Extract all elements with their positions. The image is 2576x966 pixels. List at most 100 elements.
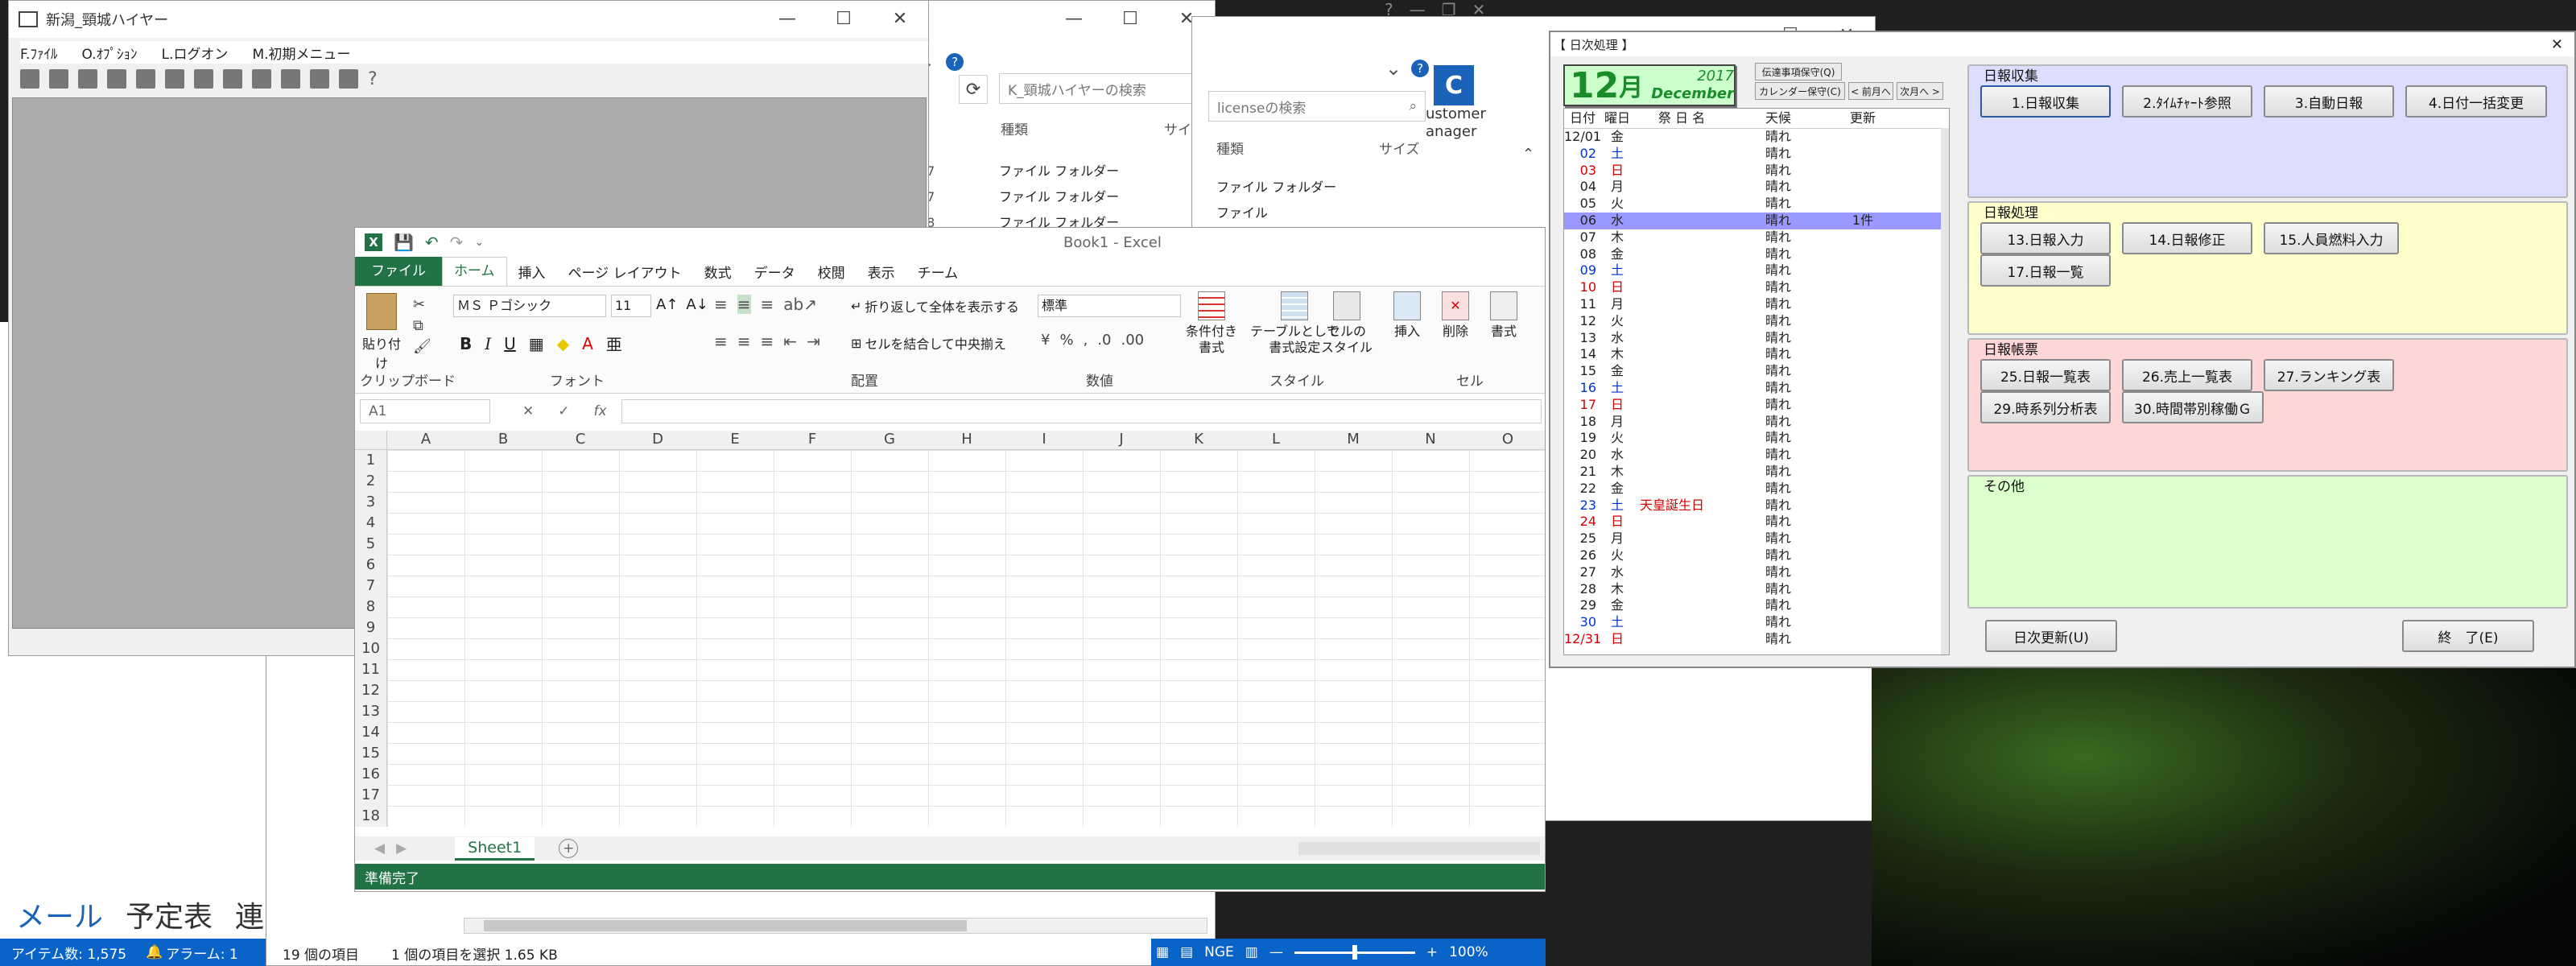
calendar-row[interactable]: 29 金 晴れ bbox=[1564, 597, 1949, 614]
help-icon[interactable]: ? bbox=[1411, 60, 1430, 77]
cut-icon[interactable]: ✂ bbox=[413, 295, 431, 316]
underline-icon[interactable]: U bbox=[504, 334, 516, 353]
outlook-nav-mail[interactable]: メール bbox=[16, 894, 103, 935]
calendar-row[interactable]: 10 日 晴れ bbox=[1564, 279, 1949, 296]
message-maintenance-button[interactable]: 伝達事項保守(Q) bbox=[1755, 63, 1842, 80]
redo-icon[interactable]: ↷ bbox=[450, 233, 464, 252]
toolbar-icon-4[interactable] bbox=[107, 69, 126, 89]
customize-qat-icon[interactable]: ⌄ bbox=[474, 236, 484, 249]
row-header[interactable]: 13 bbox=[355, 701, 386, 722]
help-icon[interactable]: ? bbox=[946, 53, 964, 71]
paste-button[interactable]: 貼り付け bbox=[361, 293, 402, 372]
daily-collect-button[interactable]: 1.日報収集 bbox=[1980, 85, 2111, 118]
daily-update-button[interactable]: 日次更新(U) bbox=[1985, 620, 2117, 652]
end-button[interactable]: 終 了(E) bbox=[2402, 620, 2534, 652]
align-top-icon[interactable]: ≡ bbox=[714, 295, 728, 314]
calendar-row[interactable]: 09 土 晴れ bbox=[1564, 262, 1949, 279]
comma-icon[interactable]: , bbox=[1084, 332, 1088, 349]
collapse-ribbon-icon[interactable]: ⌃ bbox=[1522, 146, 1534, 163]
calendar-row[interactable]: 02 土 晴れ bbox=[1564, 146, 1949, 163]
calendar-row[interactable]: 12/01 金 晴れ bbox=[1564, 129, 1949, 146]
explorer2-search[interactable]: licenseの検索 ⌕ bbox=[1208, 91, 1426, 122]
sales-list-button[interactable]: 26.売上一覧表 bbox=[2122, 359, 2252, 391]
fill-color-icon[interactable]: ◆ bbox=[557, 334, 569, 353]
align-right-icon[interactable]: ≡ bbox=[761, 332, 774, 351]
calendar-row[interactable]: 03 日 晴れ bbox=[1564, 163, 1949, 180]
calendar-body[interactable]: 12/01 金晴れ 02 土晴れ 03 日晴れ 04 月晴れ 05 火晴れ 06 水晴れ 1件 07 木晴れ… bbox=[1564, 129, 1949, 648]
calendar-row[interactable]: 22 金 晴れ bbox=[1564, 481, 1949, 497]
row-header[interactable]: 6 bbox=[355, 555, 386, 576]
help-icon[interactable]: ? bbox=[368, 69, 378, 89]
daily-edit-button[interactable]: 14.日報修正 bbox=[2122, 222, 2252, 254]
number-format-select[interactable]: 標準 bbox=[1038, 295, 1181, 317]
row-header[interactable]: 18 bbox=[355, 806, 386, 827]
column-header[interactable]: A bbox=[387, 431, 464, 448]
calendar-row[interactable]: 20 水 晴れ bbox=[1564, 447, 1949, 464]
percent-icon[interactable]: % bbox=[1059, 332, 1073, 349]
column-header[interactable]: K bbox=[1160, 431, 1237, 448]
font-name-select[interactable]: ＭＳ Ｐゴシック bbox=[453, 295, 606, 317]
excel-h-scroll[interactable] bbox=[464, 918, 1208, 934]
minimize-icon[interactable]: — bbox=[1410, 0, 1426, 19]
save-icon[interactable]: 💾 bbox=[394, 233, 414, 252]
normal-view-icon[interactable]: ▦ bbox=[1156, 944, 1169, 960]
sheet-scroll-right-icon[interactable]: ▶ bbox=[396, 840, 407, 857]
calendar-row[interactable]: 05 火 晴れ bbox=[1564, 196, 1949, 213]
maximize-icon[interactable]: ☐ bbox=[815, 1, 872, 36]
menu-initial[interactable]: M.初期メニュー bbox=[252, 43, 350, 63]
toolbar-icon-7[interactable] bbox=[194, 69, 213, 89]
column-header[interactable]: H bbox=[928, 431, 1005, 448]
column-header[interactable]: L bbox=[1237, 431, 1315, 448]
calendar-row[interactable]: 11 月 晴れ bbox=[1564, 296, 1949, 313]
calendar-row[interactable]: 07 木 晴れ bbox=[1564, 229, 1949, 246]
row-header[interactable]: 5 bbox=[355, 534, 386, 555]
tab-review[interactable]: 校閲 bbox=[807, 262, 857, 282]
chevron-down-icon[interactable]: ⌄ bbox=[1385, 57, 1402, 80]
italic-icon[interactable]: I bbox=[485, 334, 491, 353]
staff-fuel-input-button[interactable]: 15.人員燃料入力 bbox=[2264, 222, 2399, 254]
tab-team[interactable]: チーム bbox=[906, 262, 970, 282]
row-header[interactable]: 9 bbox=[355, 617, 386, 638]
row-header[interactable]: 11 bbox=[355, 659, 386, 680]
calendar-row[interactable]: 27 水 晴れ bbox=[1564, 564, 1949, 581]
toolbar-icon-12[interactable] bbox=[339, 69, 358, 89]
decrease-decimal-icon[interactable]: .00 bbox=[1121, 332, 1144, 349]
minimize-icon[interactable]: — bbox=[1046, 1, 1102, 36]
daily-input-button[interactable]: 13.日報入力 bbox=[1980, 222, 2111, 254]
calendar-row[interactable]: 19 火 晴れ bbox=[1564, 430, 1949, 447]
close-icon[interactable]: ✕ bbox=[2551, 36, 2563, 53]
calendar-row[interactable]: 26 火 晴れ bbox=[1564, 547, 1949, 564]
conditional-format-button[interactable]: 条件付き 書式 bbox=[1186, 291, 1237, 356]
align-middle-icon[interactable]: ≡ bbox=[737, 295, 751, 314]
tab-data[interactable]: データ bbox=[743, 262, 807, 282]
increase-indent-icon[interactable]: ⇥ bbox=[807, 332, 820, 351]
calendar-row[interactable]: 15 金 晴れ bbox=[1564, 363, 1949, 380]
column-header[interactable]: M bbox=[1315, 431, 1392, 448]
phonetic-icon[interactable]: 亜 bbox=[606, 332, 622, 355]
daily-list-report-button[interactable]: 25.日報一覧表 bbox=[1980, 359, 2111, 391]
menu-file[interactable]: F.ﾌｧｲﾙ bbox=[20, 43, 57, 63]
decrease-indent-icon[interactable]: ⇤ bbox=[783, 332, 797, 351]
refresh-button[interactable]: ⟳ bbox=[959, 75, 988, 104]
calendar-row[interactable]: 28 木 晴れ bbox=[1564, 581, 1949, 598]
align-bottom-icon[interactable]: ≡ bbox=[761, 295, 774, 314]
row-header[interactable]: 16 bbox=[355, 764, 386, 785]
tab-file[interactable]: ファイル bbox=[355, 257, 442, 286]
tab-home[interactable]: ホーム bbox=[442, 257, 507, 286]
toolbar-icon-3[interactable] bbox=[78, 69, 97, 89]
horizontal-scrollbar[interactable] bbox=[1298, 842, 1540, 855]
copy-icon[interactable]: ⧉ bbox=[413, 316, 431, 336]
page-layout-view-icon[interactable]: ▤ bbox=[1180, 944, 1193, 960]
calendar-row[interactable]: 30 土 晴れ bbox=[1564, 614, 1949, 631]
column-header[interactable]: I bbox=[1005, 431, 1083, 448]
explorer2-col-size[interactable]: サイズ bbox=[1379, 138, 1420, 158]
explorer1-search-input[interactable]: K_頸城ハイヤーの検索 bbox=[1008, 79, 1146, 99]
zoom-slider[interactable] bbox=[1294, 944, 1415, 960]
column-header[interactable]: N bbox=[1392, 431, 1469, 448]
add-sheet-icon[interactable]: + bbox=[559, 839, 579, 858]
toolbar-icon-9[interactable] bbox=[252, 69, 271, 89]
zoom-out-icon[interactable]: — bbox=[1269, 944, 1283, 960]
wrap-text-button[interactable]: ↵ 折り返して全体を表示する bbox=[851, 296, 1019, 316]
delete-cells-button[interactable]: ✕ 削除 bbox=[1442, 291, 1469, 340]
menu-option[interactable]: O.ｵﾌﾟｼｮﾝ bbox=[81, 43, 137, 63]
